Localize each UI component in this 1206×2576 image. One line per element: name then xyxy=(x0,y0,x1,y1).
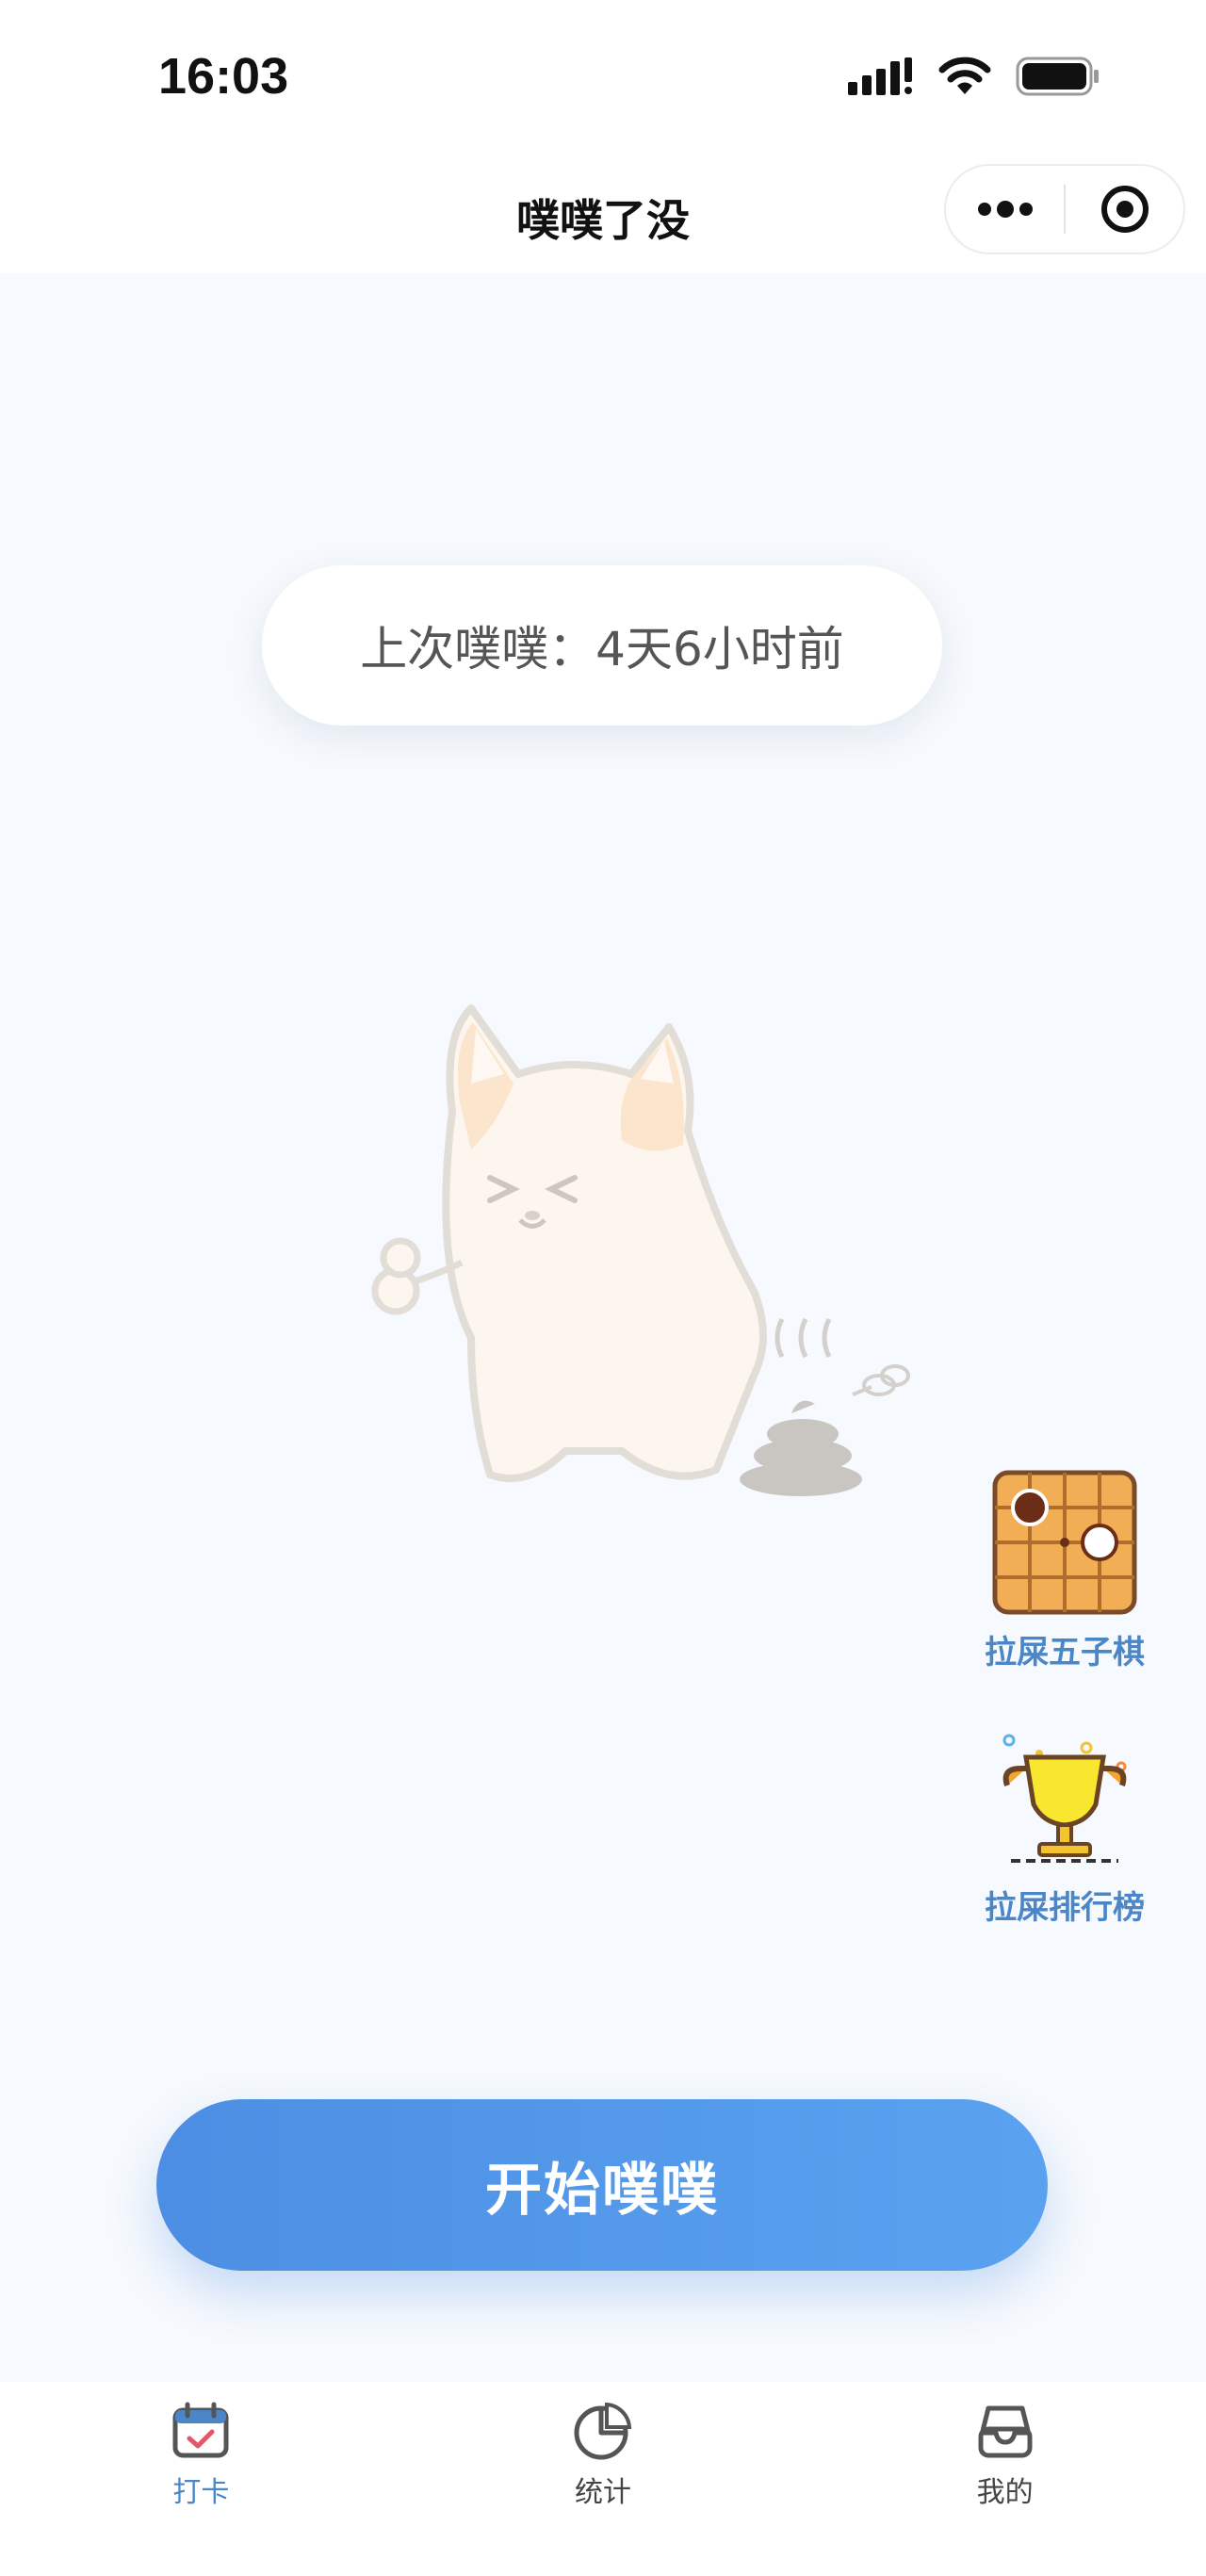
pie-chart-icon xyxy=(574,2402,632,2460)
tab-profile[interactable]: 我的 xyxy=(804,2382,1206,2576)
trophy-icon xyxy=(1002,1734,1127,1863)
mini-program-capsule xyxy=(944,164,1185,254)
status-icons xyxy=(848,57,1100,96)
gomoku-game-button[interactable]: 拉屎五子棋 xyxy=(970,1470,1159,1672)
start-poop-button[interactable]: 开始噗噗 xyxy=(156,2099,1048,2271)
status-bar: 16:03 xyxy=(0,0,1206,160)
close-miniprogram-button[interactable] xyxy=(1066,166,1183,253)
tab-bar: 打卡 统计 我的 xyxy=(0,2382,1206,2576)
leaderboard-label: 拉屎排行榜 xyxy=(985,1889,1145,1927)
more-dots-icon xyxy=(977,201,1033,218)
nav-bar: 噗噗了没 xyxy=(0,160,1206,273)
inbox-icon xyxy=(978,2405,1033,2458)
tab-profile-label: 我的 xyxy=(976,2476,1034,2509)
calendar-check-icon xyxy=(172,2402,229,2458)
tab-checkin-label: 打卡 xyxy=(172,2476,230,2509)
battery-icon xyxy=(1016,57,1099,96)
start-poop-label: 开始噗噗 xyxy=(485,2158,719,2222)
gomoku-label: 拉屎五子棋 xyxy=(985,1634,1145,1671)
more-button[interactable] xyxy=(946,166,1064,253)
last-poop-card: 上次噗噗：4天6小时前 xyxy=(262,565,942,726)
gomoku-board-icon xyxy=(992,1470,1137,1615)
tab-checkin[interactable]: 打卡 xyxy=(0,2382,402,2576)
target-close-icon xyxy=(1100,186,1149,233)
signal-icon xyxy=(848,57,912,95)
last-poop-text: 上次噗噗：4天6小时前 xyxy=(360,622,844,677)
tab-stats[interactable]: 统计 xyxy=(402,2382,805,2576)
cat-mascot-illustration xyxy=(371,1004,910,1496)
status-time: 16:03 xyxy=(158,48,289,105)
wifi-icon xyxy=(938,57,991,94)
leaderboard-button[interactable]: 拉屎排行榜 xyxy=(970,1729,1159,1928)
tab-stats-label: 统计 xyxy=(575,2476,631,2509)
